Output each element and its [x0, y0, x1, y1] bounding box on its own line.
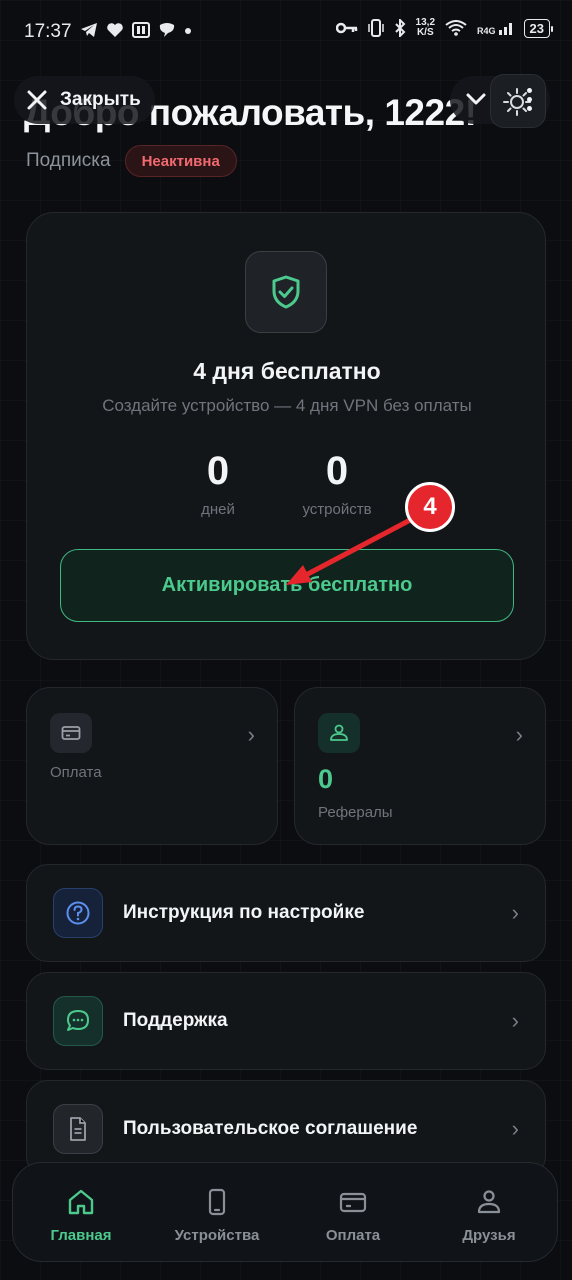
days-stat: 0 дней: [158, 447, 278, 518]
chat-icon: [159, 23, 175, 37]
activate-free-button[interactable]: Активировать бесплатно: [60, 549, 514, 622]
close-icon: [27, 90, 47, 110]
chevron-down-icon[interactable]: [465, 88, 487, 110]
payment-label: Оплата: [50, 764, 102, 781]
app-icon: [132, 22, 150, 38]
status-time: 17:37: [24, 21, 72, 42]
instructions-label: Инструкция по настройке: [123, 902, 365, 923]
credit-card-icon: [61, 726, 81, 740]
sun-icon: [503, 88, 531, 116]
chevron-right-icon: ›: [247, 722, 255, 747]
subscription-label: Подписка: [26, 150, 111, 171]
chevron-right-icon: ›: [515, 722, 523, 747]
trial-title: 4 дня бесплатно: [193, 358, 381, 384]
nav-home[interactable]: Главная: [13, 1163, 149, 1261]
document-icon: [70, 1117, 86, 1141]
menu-item-support[interactable]: Поддержка ›: [26, 972, 546, 1070]
agreement-label: Пользовательское соглашение: [123, 1118, 418, 1139]
support-icon-box: [53, 996, 103, 1046]
devices-value: 0: [325, 449, 349, 493]
chevron-right-icon: ›: [511, 1116, 519, 1141]
bottom-navigation: Главная Устройства Оплата Друзья: [12, 1162, 558, 1262]
status-bar: 17:37 13,2 K/S R4G 23: [0, 0, 572, 64]
nav-friends-label: Друзья: [462, 1227, 516, 1244]
notification-icons: [80, 22, 192, 38]
days-label: дней: [201, 501, 235, 518]
close-button[interactable]: Закрыть: [14, 76, 155, 124]
subscription-row: Подписка Неактивна: [26, 145, 237, 177]
telegram-icon: [81, 23, 97, 37]
wifi-icon: [445, 20, 467, 36]
shield-icon-box: [245, 251, 327, 333]
system-icons: 13,2 K/S R4G 23: [335, 18, 554, 38]
nav-devices-label: Устройства: [174, 1227, 260, 1244]
close-label: Закрыть: [60, 89, 141, 110]
network-type: R4G: [477, 26, 496, 36]
heart-icon: [107, 23, 123, 37]
help-icon: [66, 901, 90, 925]
dot-icon: [185, 28, 191, 34]
net-speed-unit: K/S: [416, 27, 434, 38]
payment-icon-box: [50, 713, 92, 753]
chevron-right-icon: ›: [511, 1008, 519, 1033]
signal-icon: [498, 23, 512, 35]
step-marker: 4: [405, 482, 455, 532]
referrals-card[interactable]: › 0 Рефералы: [294, 687, 546, 845]
instructions-icon-box: [53, 888, 103, 938]
shield-check-icon: [272, 275, 300, 309]
key-icon: [335, 22, 357, 34]
status-badge: Неактивна: [124, 145, 237, 177]
payment-card[interactable]: › Оплата: [26, 687, 278, 845]
battery-indicator: 23: [523, 18, 554, 38]
credit-card-icon: [339, 1192, 367, 1213]
home-icon: [68, 1189, 94, 1215]
theme-toggle-button[interactable]: [490, 74, 546, 128]
chevron-right-icon: ›: [511, 900, 519, 925]
more-menu-icon[interactable]: [527, 88, 532, 111]
nav-payment[interactable]: Оплата: [285, 1163, 421, 1261]
support-label: Поддержка: [123, 1010, 228, 1031]
chat-bubble-icon: [67, 1010, 89, 1031]
users-icon: [330, 724, 348, 741]
days-value: 0: [206, 449, 230, 493]
users-icon: [477, 1190, 501, 1214]
nav-devices[interactable]: Устройства: [149, 1163, 285, 1261]
nav-friends[interactable]: Друзья: [421, 1163, 557, 1261]
devices-stat: 0 устройств: [277, 447, 397, 518]
referrals-icon-box: [318, 713, 360, 753]
nav-home-label: Главная: [50, 1227, 112, 1244]
devices-label: устройств: [302, 501, 372, 518]
trial-card: 4 дня бесплатно Создайте устройство — 4 …: [26, 212, 546, 660]
nav-payment-label: Оплата: [325, 1227, 381, 1244]
referrals-label: Рефералы: [318, 804, 393, 821]
trial-subtitle: Создайте устройство — 4 дня VPN без опла…: [102, 396, 472, 415]
referrals-value: 0: [318, 764, 334, 794]
net-speed: 13,2 K/S: [416, 18, 435, 38]
menu-item-instructions[interactable]: Инструкция по настройке ›: [26, 864, 546, 962]
bluetooth-icon: [394, 19, 405, 37]
agreement-icon-box: [53, 1104, 103, 1154]
vibrate-icon: [367, 19, 384, 37]
phone-icon: [208, 1188, 226, 1216]
